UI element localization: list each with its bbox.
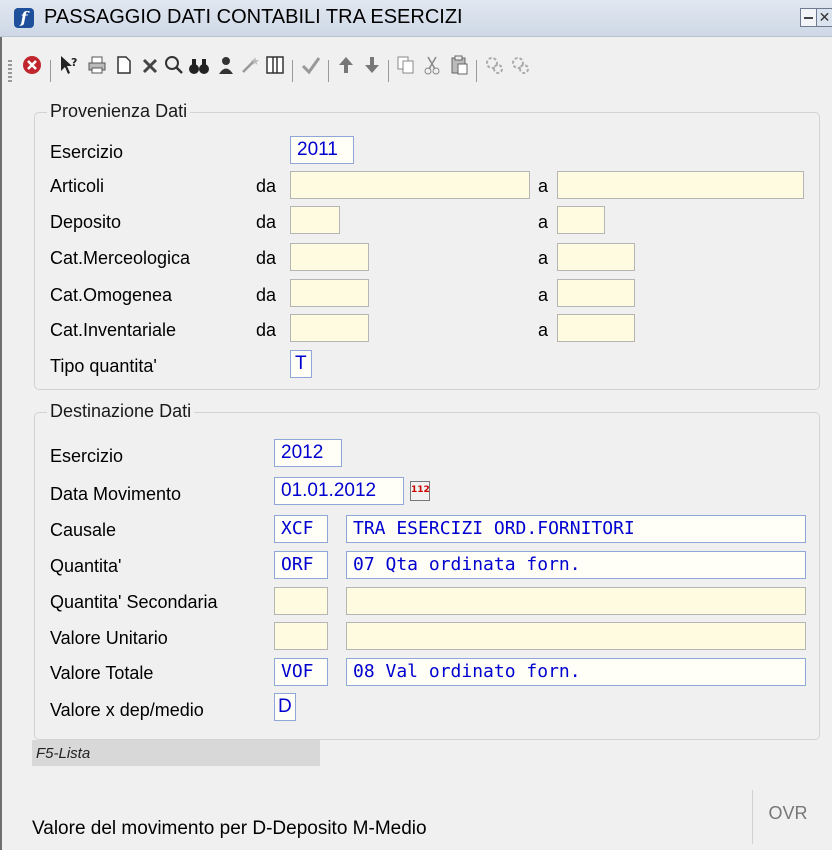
deposito-label: Deposito xyxy=(50,212,122,232)
arrow-up-icon[interactable] xyxy=(334,54,358,86)
status-bar: Valore del movimento per D-Deposito M-Me… xyxy=(0,790,832,850)
deposito-a-label: a xyxy=(538,212,549,232)
close-button[interactable]: ✕ xyxy=(816,8,832,27)
valore-unitario-code-input[interactable] xyxy=(274,622,328,650)
tipo-quantita-input[interactable]: T xyxy=(290,350,312,378)
cat-omogenea-a-label: a xyxy=(538,285,549,305)
cat-merceologica-label: Cat.Merceologica xyxy=(50,248,191,268)
new-document-icon[interactable] xyxy=(112,54,136,86)
destinazione-legend: Destinazione Dati xyxy=(47,401,195,422)
toolbar-grip[interactable] xyxy=(8,60,12,82)
close-red-icon[interactable] xyxy=(18,54,46,86)
search-icon[interactable] xyxy=(162,54,186,86)
valore-dep-medio-label: Valore x dep/medio xyxy=(50,700,204,720)
articoli-da-label: da xyxy=(256,176,277,196)
causale-code-input[interactable]: XCF xyxy=(274,515,328,543)
cat-merceologica-a-label: a xyxy=(538,248,549,268)
cat-omogenea-da-label: da xyxy=(256,285,277,305)
function-key-hint: F5-Lista xyxy=(32,740,320,766)
cat-inventariale-da-input[interactable] xyxy=(290,314,369,342)
data-movimento-input[interactable]: 01.01.2012 xyxy=(274,477,404,505)
dest-esercizio-input[interactable]: 2012 xyxy=(274,439,342,467)
articoli-a-input[interactable] xyxy=(557,171,804,199)
paste-icon[interactable] xyxy=(446,54,472,86)
cat-omogenea-da-input[interactable] xyxy=(290,279,369,307)
calendar-icon[interactable]: 112 xyxy=(410,481,430,501)
cat-omogenea-a-input[interactable] xyxy=(557,279,635,307)
binoculars-icon[interactable] xyxy=(186,54,212,86)
user-icon[interactable] xyxy=(214,54,238,86)
cat-merceologica-da-input[interactable] xyxy=(290,243,369,271)
valore-totale-desc-field: 08 Val ordinato forn. xyxy=(346,658,806,686)
cat-inventariale-a-label: a xyxy=(538,320,549,340)
deposito-da-label: da xyxy=(256,212,277,232)
wand-icon[interactable] xyxy=(238,54,262,86)
svg-text:?: ? xyxy=(71,56,77,69)
overwrite-mode-indicator: OVR xyxy=(752,790,823,844)
causale-label: Causale xyxy=(50,520,117,540)
valore-unitario-label: Valore Unitario xyxy=(50,628,168,648)
cat-inventariale-da-label: da xyxy=(256,320,277,340)
title-bar: f PASSAGGIO DATI CONTABILI TRA ESERCIZI … xyxy=(0,0,832,37)
valore-dep-medio-input[interactable]: D xyxy=(274,693,296,721)
arrow-down-icon[interactable] xyxy=(360,54,384,86)
valore-unitario-desc-field xyxy=(346,622,806,650)
run-icon[interactable] xyxy=(482,54,506,86)
quantita-label: Quantita' xyxy=(50,556,122,576)
run-all-icon[interactable] xyxy=(508,54,532,86)
tipo-quantita-label: Tipo quantita' xyxy=(50,356,157,376)
provenienza-legend: Provenienza Dati xyxy=(47,101,191,122)
cat-inventariale-label: Cat.Inventariale xyxy=(50,320,177,340)
window-buttons: ✕ xyxy=(800,8,832,28)
window-left-border xyxy=(0,36,2,850)
cut-icon[interactable] xyxy=(420,54,444,86)
status-message: Valore del movimento per D-Deposito M-Me… xyxy=(32,818,427,839)
quantita-secondaria-desc-field xyxy=(346,587,806,615)
toolbar: ? xyxy=(0,54,832,90)
app-icon: f xyxy=(14,8,34,28)
dest-esercizio-label: Esercizio xyxy=(50,446,124,466)
cat-merceologica-a-input[interactable] xyxy=(557,243,635,271)
quantita-secondaria-code-input[interactable] xyxy=(274,587,328,615)
valore-totale-code-input[interactable]: VOF xyxy=(274,658,328,686)
deposito-da-input[interactable] xyxy=(290,206,340,234)
columns-icon[interactable] xyxy=(262,54,288,86)
deposito-a-input[interactable] xyxy=(557,206,605,234)
quantita-secondaria-label: Quantita' Secondaria xyxy=(50,592,218,612)
help-icon[interactable]: ? xyxy=(56,54,82,86)
print-icon[interactable] xyxy=(84,54,110,86)
prov-esercizio-input[interactable]: 2011 xyxy=(290,136,354,164)
minimize-button[interactable] xyxy=(800,8,817,27)
articoli-da-input[interactable] xyxy=(290,171,530,199)
cat-merceologica-da-label: da xyxy=(256,248,277,268)
window-title: PASSAGGIO DATI CONTABILI TRA ESERCIZI xyxy=(44,6,463,28)
cat-inventariale-a-input[interactable] xyxy=(557,314,635,342)
delete-icon[interactable] xyxy=(138,54,162,86)
confirm-icon[interactable] xyxy=(298,54,324,86)
quantita-code-input[interactable]: ORF xyxy=(274,551,328,579)
causale-desc-field: TRA ESERCIZI ORD.FORNITORI xyxy=(346,515,806,543)
prov-esercizio-label: Esercizio xyxy=(50,142,124,162)
data-movimento-label: Data Movimento xyxy=(50,484,182,504)
articoli-a-label: a xyxy=(538,176,549,196)
copy-icon[interactable] xyxy=(394,54,418,86)
articoli-label: Articoli xyxy=(50,176,105,196)
valore-totale-label: Valore Totale xyxy=(50,663,154,683)
quantita-desc-field: 07 Qta ordinata forn. xyxy=(346,551,806,579)
cat-omogenea-label: Cat.Omogenea xyxy=(50,285,173,305)
